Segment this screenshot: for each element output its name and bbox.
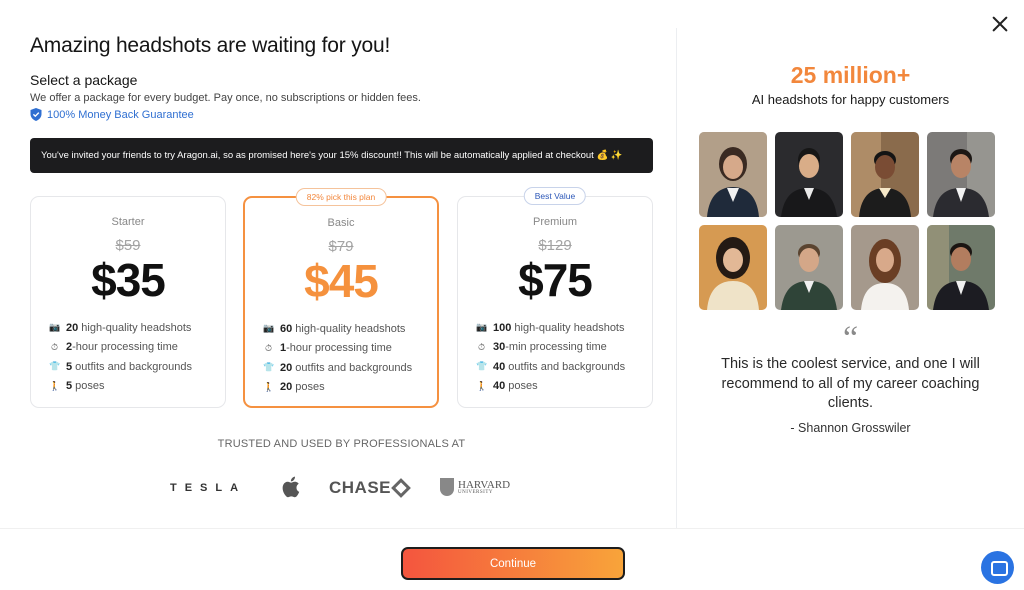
camera-icon: 📷	[263, 323, 275, 334]
headshot-photo	[851, 225, 919, 310]
apple-logo-icon	[282, 476, 300, 498]
plan-price: $45	[304, 255, 379, 307]
timer-icon: ⏱	[477, 341, 486, 352]
shield-check-icon	[30, 108, 42, 121]
harvard-shield-icon	[440, 478, 454, 496]
page-title: Amazing headshots are waiting for you!	[30, 34, 391, 57]
feature-headshots: 📷 60 high-quality headshots	[263, 322, 406, 335]
headshot-count-label: AI headshots for happy customers	[751, 92, 950, 107]
camera-icon: 📷	[476, 322, 488, 333]
discount-banner-text: You've invited your friends to try Arago…	[41, 150, 623, 161]
plan-card-basic[interactable]: 82% pick this plan Basic $79 $45 📷 60 hig…	[243, 188, 439, 408]
shirt-icon: 👕	[476, 361, 488, 372]
harvard-wordmark: HARVARD	[458, 478, 511, 491]
testimonial-author: - Shannon Grosswiler	[790, 421, 911, 435]
plan-old-price: $59	[115, 237, 141, 254]
plan-tier: Basic	[327, 217, 355, 229]
feature-outfits: 👕 20 outfits and backgrounds	[263, 361, 413, 374]
pricing-modal: Amazing headshots are waiting for you! S…	[0, 0, 1024, 590]
guarantee-label: 100% Money Back Guarantee	[47, 108, 194, 121]
headshot-photo	[927, 225, 995, 310]
package-description: We offer a package for every budget. Pay…	[30, 92, 421, 104]
headshot-photo	[775, 132, 843, 217]
chase-logo: CHASE	[329, 478, 411, 498]
select-package-label: Select a package	[30, 72, 138, 88]
harvard-logo: HARVARD UNIVERSITY	[440, 478, 510, 496]
plan-old-price: $79	[328, 238, 354, 255]
headshot-photo	[851, 132, 919, 217]
feature-outfits: 👕 40 outfits and backgrounds	[476, 360, 626, 373]
plan-tier: Starter	[111, 216, 145, 228]
plan-features: 📷 60 high-quality headshots ⏱ 1-hour proce…	[263, 319, 412, 397]
feature-poses: 🚶 20 poses	[263, 381, 325, 394]
plan-tier: Premium	[532, 216, 577, 228]
continue-button[interactable]: Continue	[401, 547, 625, 580]
discount-banner: You've invited your friends to try Arago…	[30, 138, 653, 173]
quote-mark-icon: “	[842, 320, 859, 357]
feature-processing: ⏱ 1-hour processing time	[264, 342, 392, 355]
plan-features: 📷 20 high-quality headshots ⏱ 2-hour proce…	[49, 318, 192, 396]
plan-price: $35	[91, 254, 166, 306]
trusted-label: TRUSTED AND USED BY PROFESSIONALS AT	[217, 438, 466, 450]
headshot-photo	[775, 225, 843, 310]
plan-card-starter[interactable]: Starter $59 $35 📷 20 high-quality headsho…	[30, 196, 226, 408]
timer-icon: ⏱	[264, 342, 273, 353]
headshot-photo	[699, 225, 767, 310]
feature-poses: 🚶 40 poses	[476, 380, 538, 393]
feature-processing: ⏱ 30-min processing time	[477, 341, 607, 354]
plan-card-premium[interactable]: Best Value Premium $129 $75 📷 100 high-qu…	[457, 187, 653, 408]
shirt-icon: 👕	[49, 361, 61, 372]
best-value-badge: Best Value	[523, 187, 587, 205]
timer-icon: ⏱	[50, 341, 59, 352]
feature-headshots: 📷 20 high-quality headshots	[49, 321, 192, 334]
tesla-logo: TESLA	[170, 482, 247, 494]
chase-wordmark: CHASE	[329, 478, 392, 497]
headshot-photo	[927, 132, 995, 217]
testimonial-text: This is the coolest service, and one I w…	[721, 356, 980, 411]
social-proof-panel: 25 million+ AI headshots for happy custo…	[677, 0, 1024, 528]
pose-icon: 🚶	[263, 381, 275, 392]
company-logos: TESLA CHASE HARVARD UNIVERSITY	[30, 474, 653, 500]
shirt-icon: 👕	[263, 362, 275, 373]
feature-poses: 🚶 5 poses	[49, 380, 105, 393]
popular-badge: 82% pick this plan	[295, 188, 387, 206]
feature-headshots: 📷 100 high-quality headshots	[476, 321, 625, 334]
close-icon[interactable]	[990, 14, 1010, 34]
chase-octagon-icon	[391, 478, 411, 498]
package-panel: Amazing headshots are waiting for you! S…	[0, 0, 676, 528]
camera-icon: 📷	[49, 322, 61, 333]
pose-icon: 🚶	[476, 380, 488, 391]
feature-processing: ⏱ 2-hour processing time	[50, 341, 178, 354]
plan-old-price: $129	[538, 237, 572, 254]
pose-icon: 🚶	[49, 380, 61, 391]
headshot-photo	[699, 132, 767, 217]
plan-price: $75	[518, 254, 593, 306]
feature-outfits: 👕 5 outfits and backgrounds	[49, 360, 192, 373]
chat-support-icon[interactable]	[981, 551, 1014, 584]
plan-features: 📷 100 high-quality headshots ⏱ 30-min proc…	[476, 318, 625, 396]
money-back-guarantee[interactable]: 100% Money Back Guarantee	[30, 108, 194, 121]
headshot-count: 25 million+	[790, 62, 911, 88]
